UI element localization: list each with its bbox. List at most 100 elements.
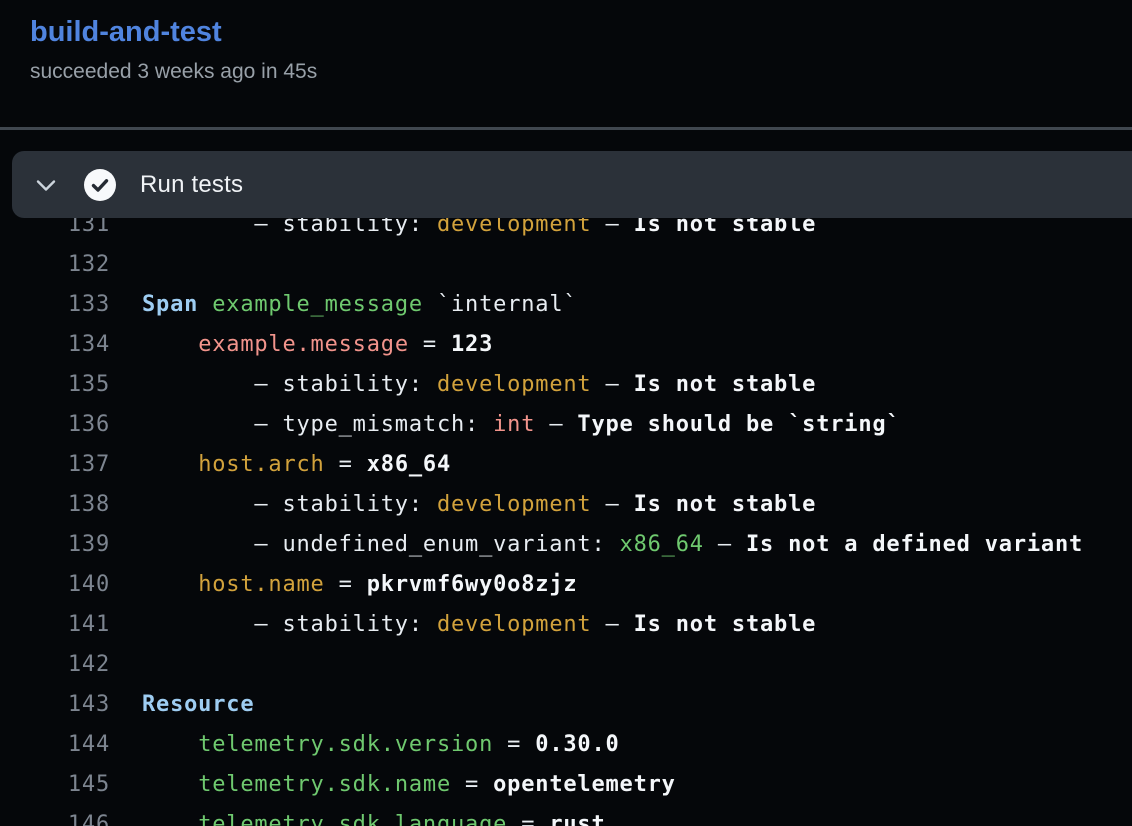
log-segment: Type should be `string` — [577, 412, 900, 437]
log-segment: rust — [549, 812, 605, 826]
log-lines: 131 – stability: development – Is not st… — [0, 204, 1132, 826]
step-header-run-tests[interactable]: Run tests — [12, 151, 1132, 218]
log-segment: – stability: — [142, 492, 437, 517]
chevron-down-icon[interactable] — [33, 172, 59, 198]
line-number[interactable]: 133 — [0, 292, 110, 317]
log-segment — [142, 812, 198, 826]
job-title-link[interactable]: build-and-test — [30, 12, 222, 52]
log-line: 143 Resource — [0, 684, 1132, 724]
log-segment: example.message — [198, 332, 409, 357]
log-segment: – — [591, 372, 633, 397]
line-content: host.arch = x86_64 — [142, 452, 451, 477]
line-content: – type_mismatch: int – Type should be `s… — [142, 412, 900, 437]
line-number[interactable]: 137 — [0, 452, 110, 477]
log-segment: development — [437, 372, 592, 397]
log-segment — [142, 572, 198, 597]
line-number[interactable]: 140 — [0, 572, 110, 597]
log-line: 135 – stability: development – Is not st… — [0, 364, 1132, 404]
log-segment: – type_mismatch: — [142, 412, 493, 437]
log-line: 132 — [0, 244, 1132, 284]
log-segment: – — [704, 532, 746, 557]
log-segment: Is not stable — [634, 372, 817, 397]
log-line: 133 Span example_message `internal` — [0, 284, 1132, 324]
line-content: – stability: development – Is not stable — [142, 612, 816, 637]
log-line: 141 – stability: development – Is not st… — [0, 604, 1132, 644]
line-content: Span example_message `internal` — [142, 292, 577, 317]
log-segment: = — [493, 732, 535, 757]
log-line: 146 telemetry.sdk.language = rust — [0, 804, 1132, 826]
log-segment — [142, 332, 198, 357]
log-segment: 123 — [451, 332, 493, 357]
job-header: build-and-test succeeded 3 weeks ago in … — [30, 12, 317, 85]
check-circle-icon — [84, 169, 116, 201]
log-segment: = — [325, 572, 367, 597]
line-number[interactable]: 146 — [0, 812, 110, 826]
log-segment: telemetry.sdk.language — [198, 812, 507, 826]
log-segment: = — [451, 772, 493, 797]
log-segment: development — [437, 492, 592, 517]
line-number[interactable]: 132 — [0, 252, 110, 277]
log-line: 138 – stability: development – Is not st… — [0, 484, 1132, 524]
log-segment: pkrvmf6wy0o8zjz — [367, 572, 578, 597]
log-segment: x86_64 — [620, 532, 704, 557]
log-segment: int — [493, 412, 535, 437]
log-segment — [142, 452, 198, 477]
log-segment: – undefined_enum_variant: — [142, 532, 620, 557]
log-segment — [198, 292, 212, 317]
log-area: 131 – stability: development – Is not st… — [0, 204, 1132, 826]
log-line: 140 host.name = pkrvmf6wy0o8zjz — [0, 564, 1132, 604]
line-content: telemetry.sdk.version = 0.30.0 — [142, 732, 620, 757]
log-line: 144 telemetry.sdk.version = 0.30.0 — [0, 724, 1132, 764]
log-segment — [142, 772, 198, 797]
log-segment: Resource — [142, 692, 254, 717]
log-segment: host.arch — [198, 452, 324, 477]
log-segment: opentelemetry — [493, 772, 676, 797]
log-segment: = — [507, 812, 549, 826]
log-line: 134 example.message = 123 — [0, 324, 1132, 364]
log-segment: Is not stable — [634, 612, 817, 637]
line-content: example.message = 123 — [142, 332, 493, 357]
log-line: 136 – type_mismatch: int – Type should b… — [0, 404, 1132, 444]
log-segment: 0.30.0 — [535, 732, 619, 757]
line-number[interactable]: 134 — [0, 332, 110, 357]
log-segment: Span — [142, 292, 198, 317]
log-segment: host.name — [198, 572, 324, 597]
line-content: – stability: development – Is not stable — [142, 372, 816, 397]
log-segment — [142, 732, 198, 757]
log-segment: Is not stable — [634, 492, 817, 517]
log-segment: x86_64 — [367, 452, 451, 477]
log-segment: `internal` — [423, 292, 578, 317]
job-status-summary: succeeded 3 weeks ago in 45s — [30, 59, 317, 85]
log-segment: development — [437, 612, 592, 637]
log-segment: telemetry.sdk.name — [198, 772, 451, 797]
workflow-log-page: build-and-test succeeded 3 weeks ago in … — [0, 0, 1132, 826]
log-segment: – stability: — [142, 372, 437, 397]
log-line: 145 telemetry.sdk.name = opentelemetry — [0, 764, 1132, 804]
line-number[interactable]: 141 — [0, 612, 110, 637]
line-content: host.name = pkrvmf6wy0o8zjz — [142, 572, 577, 597]
log-segment: telemetry.sdk.version — [198, 732, 493, 757]
line-content: telemetry.sdk.name = opentelemetry — [142, 772, 676, 797]
line-number[interactable]: 145 — [0, 772, 110, 797]
log-segment: – — [591, 492, 633, 517]
line-number[interactable]: 144 — [0, 732, 110, 757]
line-content: Resource — [142, 692, 254, 717]
header-divider — [0, 127, 1132, 130]
line-number[interactable]: 135 — [0, 372, 110, 397]
line-number[interactable]: 136 — [0, 412, 110, 437]
log-line: 139 – undefined_enum_variant: x86_64 – I… — [0, 524, 1132, 564]
line-content: – undefined_enum_variant: x86_64 – Is no… — [142, 532, 1083, 557]
log-segment: = — [325, 452, 367, 477]
log-segment: example_message — [212, 292, 423, 317]
log-segment: – — [591, 612, 633, 637]
line-number[interactable]: 139 — [0, 532, 110, 557]
step-label: Run tests — [140, 171, 243, 199]
log-segment: – stability: — [142, 612, 437, 637]
line-content: telemetry.sdk.language = rust — [142, 812, 606, 826]
log-segment: – — [535, 412, 577, 437]
line-number[interactable]: 142 — [0, 652, 110, 677]
line-number[interactable]: 138 — [0, 492, 110, 517]
log-line: 142 — [0, 644, 1132, 684]
line-number[interactable]: 143 — [0, 692, 110, 717]
log-segment: = — [409, 332, 451, 357]
